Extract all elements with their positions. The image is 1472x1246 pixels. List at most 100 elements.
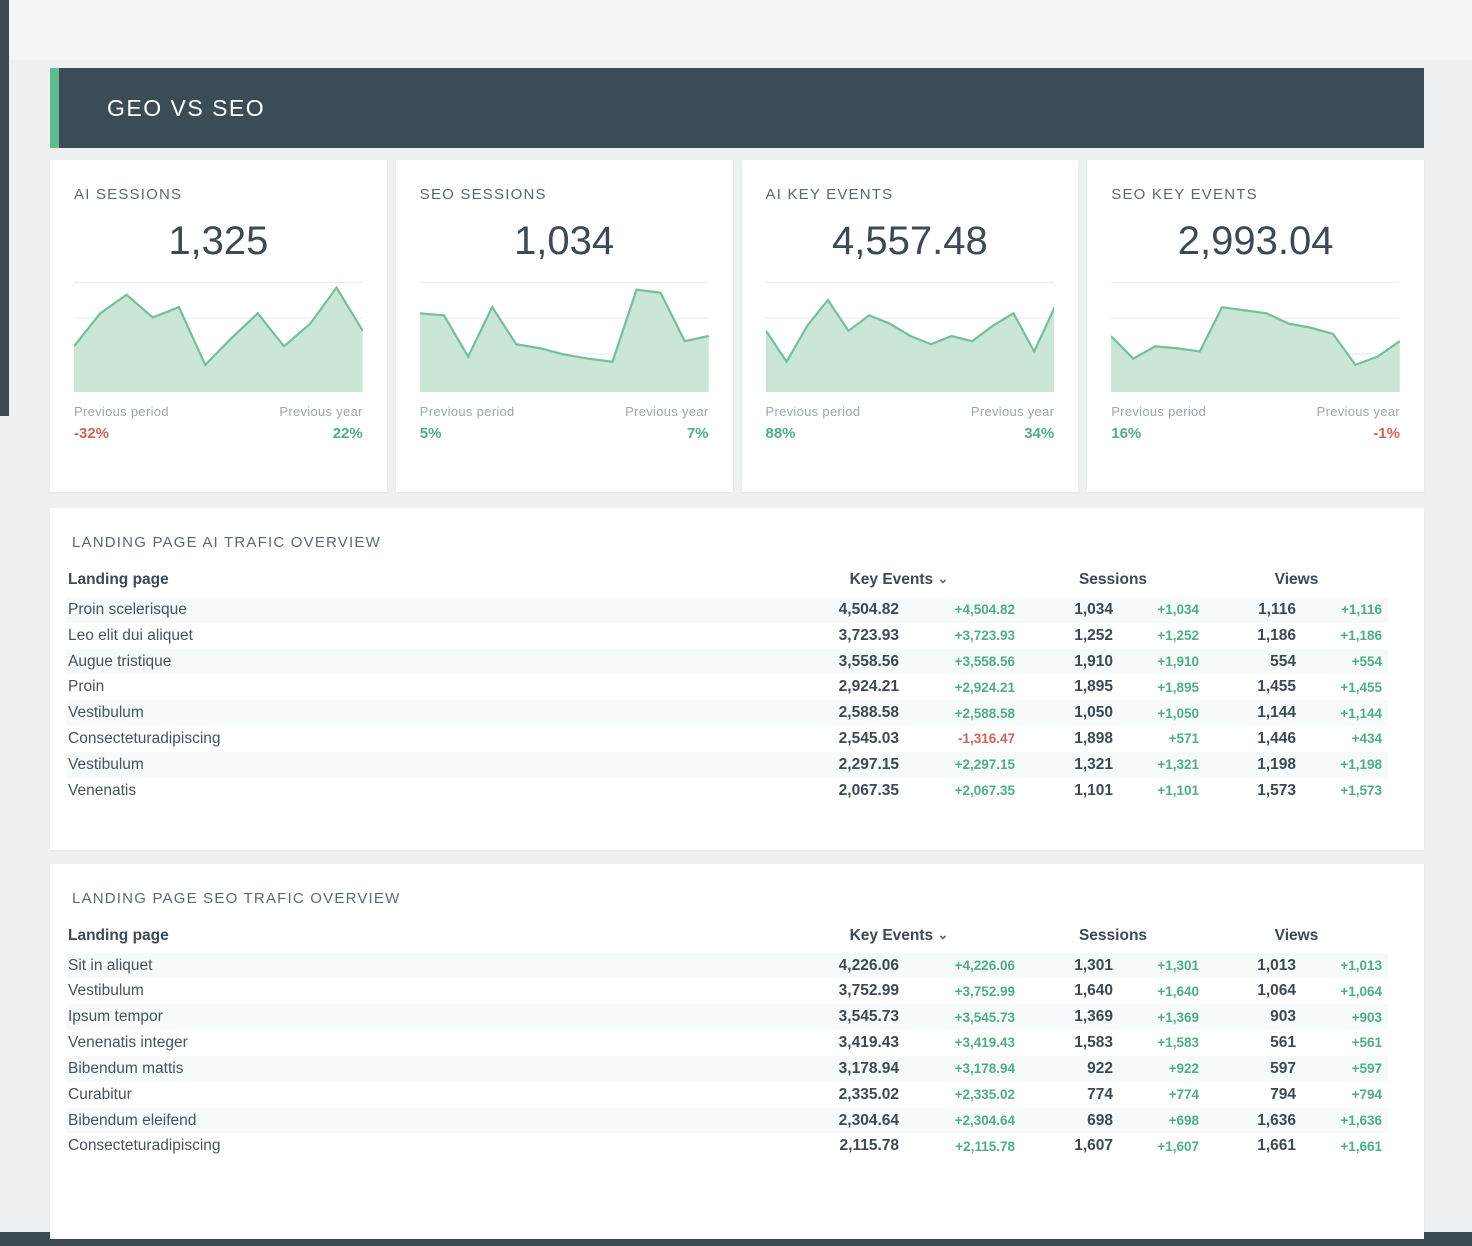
key-events-value: 3,723.93 [777, 623, 905, 649]
sessions-delta: +571 [1119, 726, 1205, 752]
views-value: 1,186 [1205, 623, 1302, 649]
landing-page-name: Proin [66, 674, 777, 700]
views-delta: +1,064 [1302, 978, 1388, 1004]
key-events-value: 4,226.06 [777, 953, 905, 979]
kpi-label: AI KEY EVENTS [766, 186, 1055, 203]
kpi-compare-values: 16% -1% [1111, 425, 1400, 442]
prev-year-label: Previous year [1317, 404, 1400, 419]
sessions-delta: +1,252 [1119, 623, 1205, 649]
kpi-row: AI SESSIONS 1,325 Previous period Previo… [50, 160, 1424, 492]
landing-page-name: Ipsum tempor [66, 1004, 777, 1030]
prev-year-delta: -1% [1373, 425, 1400, 442]
views-value: 597 [1205, 1056, 1302, 1082]
kpi-sparkline-chart [420, 280, 709, 392]
kpi-sparkline-chart [74, 280, 363, 392]
table-row: Bibendum mattis3,178.94+3,178.94922+9225… [66, 1056, 1388, 1082]
sessions-delta: +1,321 [1119, 752, 1205, 778]
kpi-compare-values: 88% 34% [766, 425, 1055, 442]
table-row: Sit in aliquet4,226.06+4,226.061,301+1,3… [66, 953, 1388, 979]
kpi-compare-labels: Previous period Previous year [74, 404, 363, 419]
kpi-sparkline-chart [1111, 280, 1400, 392]
kpi-compare-values: 5% 7% [420, 425, 709, 442]
sessions-value: 1,369 [1021, 1004, 1119, 1030]
views-value: 561 [1205, 1030, 1302, 1056]
landing-page-name: Sit in aliquet [66, 953, 777, 979]
sessions-delta: +922 [1119, 1056, 1205, 1082]
column-header-key-events[interactable]: Key Events ⌄ [777, 567, 1021, 597]
dashboard-container: GEO VS SEO AI SESSIONS 1,325 Previous pe… [50, 0, 1424, 1239]
views-value: 1,013 [1205, 953, 1302, 979]
sessions-value: 1,101 [1021, 778, 1119, 804]
prev-year-label: Previous year [625, 404, 708, 419]
landing-page-name: Venenatis integer [66, 1030, 777, 1056]
key-events-delta: +2,304.64 [905, 1108, 1021, 1134]
kpi-compare-labels: Previous period Previous year [766, 404, 1055, 419]
sparkline-svg [420, 280, 709, 392]
views-delta: +1,198 [1302, 752, 1388, 778]
key-events-value: 3,178.94 [777, 1056, 905, 1082]
key-events-delta: +2,297.15 [905, 752, 1021, 778]
views-delta: +1,013 [1302, 953, 1388, 979]
column-header-sessions[interactable]: Sessions [1021, 923, 1205, 953]
sessions-value: 698 [1021, 1108, 1119, 1134]
dashboard-page: GEO VS SEO AI SESSIONS 1,325 Previous pe… [0, 0, 1472, 1246]
key-events-delta: +2,924.21 [905, 674, 1021, 700]
key-events-header-label: Key Events [850, 571, 934, 588]
column-header-views[interactable]: Views [1205, 567, 1388, 597]
sparkline-svg [74, 280, 363, 392]
column-header-key-events[interactable]: Key Events ⌄ [777, 923, 1021, 953]
table-row: Proin scelerisque4,504.82+4,504.821,034+… [66, 597, 1388, 623]
prev-year-delta: 22% [333, 425, 363, 442]
chevron-down-icon: ⌄ [937, 927, 948, 942]
table-row: Vestibulum3,752.99+3,752.991,640+1,6401,… [66, 978, 1388, 1004]
table-title-ai-traffic: LANDING PAGE AI TRAFIC OVERVIEW [66, 534, 1388, 551]
key-events-delta: +3,752.99 [905, 978, 1021, 1004]
prev-period-delta: 5% [420, 425, 442, 442]
prev-period-label: Previous period [74, 404, 169, 419]
key-events-delta: +2,588.58 [905, 700, 1021, 726]
sessions-value: 1,607 [1021, 1133, 1119, 1159]
key-events-value: 2,115.78 [777, 1133, 905, 1159]
views-value: 903 [1205, 1004, 1302, 1030]
views-value: 1,198 [1205, 752, 1302, 778]
table-row: Augue tristique3,558.56+3,558.561,910+1,… [66, 649, 1388, 675]
key-events-value: 2,545.03 [777, 726, 905, 752]
sessions-value: 1,050 [1021, 700, 1119, 726]
key-events-value: 3,419.43 [777, 1030, 905, 1056]
landing-page-name: Augue tristique [66, 649, 777, 675]
landing-page-name: Venenatis [66, 778, 777, 804]
key-events-value: 3,558.56 [777, 649, 905, 675]
table-row: Consecteturadipiscing2,545.03-1,316.471,… [66, 726, 1388, 752]
sessions-delta: +1,895 [1119, 674, 1205, 700]
sessions-value: 1,898 [1021, 726, 1119, 752]
sessions-value: 922 [1021, 1056, 1119, 1082]
views-delta: +1,455 [1302, 674, 1388, 700]
table-row: Vestibulum2,297.15+2,297.151,321+1,3211,… [66, 752, 1388, 778]
sessions-delta: +1,101 [1119, 778, 1205, 804]
column-header-landing-page: Landing page [66, 567, 777, 597]
views-value: 1,636 [1205, 1108, 1302, 1134]
column-header-sessions[interactable]: Sessions [1021, 567, 1205, 597]
key-events-delta: +3,178.94 [905, 1056, 1021, 1082]
kpi-sparkline-chart [766, 280, 1055, 392]
key-events-header-label: Key Events [850, 927, 934, 944]
views-delta: +554 [1302, 649, 1388, 675]
key-events-delta: -1,316.47 [905, 726, 1021, 752]
column-header-views[interactable]: Views [1205, 923, 1388, 953]
sessions-value: 774 [1021, 1082, 1119, 1108]
seo-traffic-table: Landing page Key Events ⌄ Sessions Views… [66, 923, 1388, 1160]
prev-year-delta: 7% [687, 425, 709, 442]
landing-page-name: Leo elit dui aliquet [66, 623, 777, 649]
prev-year-label: Previous year [279, 404, 362, 419]
views-delta: +1,573 [1302, 778, 1388, 804]
table-row: Curabitur2,335.02+2,335.02774+774794+794 [66, 1082, 1388, 1108]
views-value: 554 [1205, 649, 1302, 675]
views-delta: +1,144 [1302, 700, 1388, 726]
views-delta: +597 [1302, 1056, 1388, 1082]
views-delta: +1,116 [1302, 597, 1388, 623]
sessions-value: 1,252 [1021, 623, 1119, 649]
views-value: 1,573 [1205, 778, 1302, 804]
landing-page-name: Vestibulum [66, 752, 777, 778]
table-row: Leo elit dui aliquet3,723.93+3,723.931,2… [66, 623, 1388, 649]
key-events-delta: +3,558.56 [905, 649, 1021, 675]
